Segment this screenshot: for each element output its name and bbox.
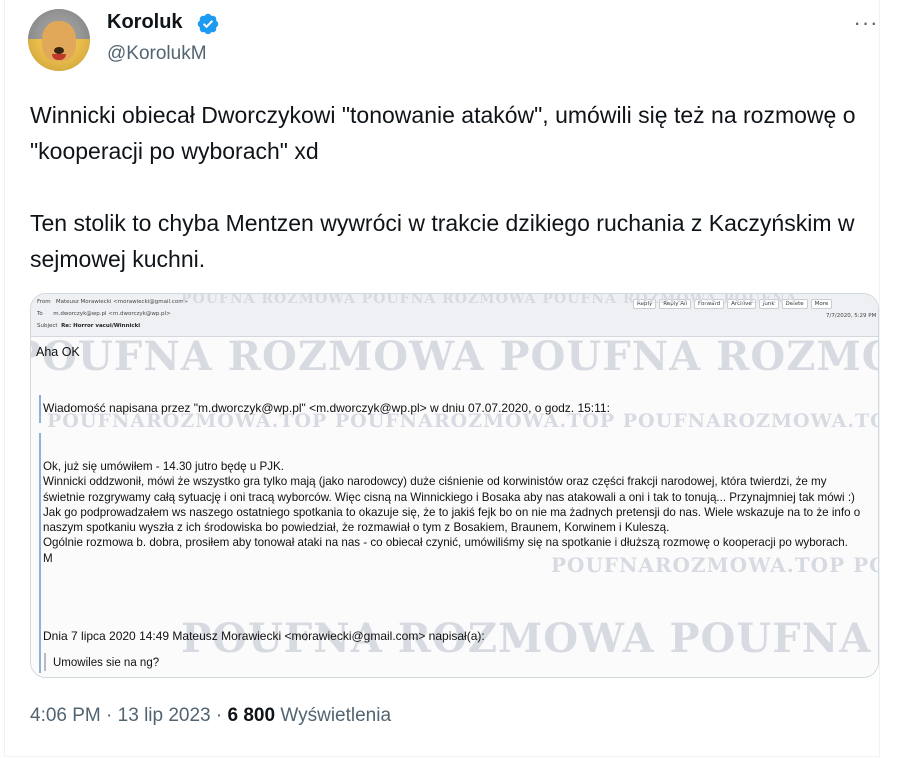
avatar-dog-nose (54, 47, 64, 54)
quoted-footer: Dnia 7 lipca 2020 14:49 Mateusz Morawiec… (43, 629, 485, 643)
author-name[interactable]: Koroluk (107, 11, 183, 34)
email-date: 7/7/2020, 5:29 PM (826, 313, 877, 319)
verified-badge-icon (197, 13, 219, 35)
tweet-meta: 4:06 PM · 13 lip 2023 · 6 800 Wyświetlen… (30, 705, 391, 727)
avatar[interactable] (28, 9, 90, 71)
tweet-text: Winnicki obiecał Dworczykowi "tonowanie … (30, 102, 856, 272)
quoted-header: Wiadomość napisana przez "m.dworczyk@wp.… (43, 401, 610, 415)
separator: · (106, 705, 113, 726)
watermark-text: POUFNA ROZMOWA POUFNA ROZMOWA POUFNA ROZ… (181, 293, 798, 307)
author-handle[interactable]: @KorolukM (107, 43, 207, 65)
tweet-date[interactable]: 13 lip 2023 (118, 705, 211, 726)
watermark-text: POUFNA ROZMOWA POUFNA ROZMOWA POUFNA ROZ… (30, 333, 878, 380)
email-from: From Mateusz Morawiecki <morawiecki@gmai… (37, 299, 189, 305)
email-greeting: Aha OK (36, 345, 80, 359)
quote-bar (39, 395, 41, 423)
more-button: More (810, 299, 833, 309)
email-message: Ok, już się umówiłem - 14.30 jutro będę … (43, 460, 861, 565)
separator: · (215, 705, 223, 726)
tweet-time[interactable]: 4:06 PM (30, 705, 101, 726)
quote-bar (44, 653, 46, 671)
more-options-icon[interactable]: ··· (846, 10, 886, 40)
views-count: 6 800 (227, 705, 276, 726)
email-body: POUFNA ROZMOWA POUFNA ROZMOWA POUFNA ROZ… (31, 294, 878, 677)
quote-bar (39, 433, 41, 673)
views-label: Wyświetlenia (280, 705, 392, 726)
last-quote: Umowiles sie na ng? (53, 657, 160, 669)
attached-image[interactable]: From Mateusz Morawiecki <morawiecki@gmai… (30, 293, 879, 678)
email-to: To m.dworczyk@wp.pl <m.dworczyk@wp.pl> (37, 311, 171, 317)
email-subject: Subject Re: Horror vacui/Winnicki (37, 323, 141, 329)
